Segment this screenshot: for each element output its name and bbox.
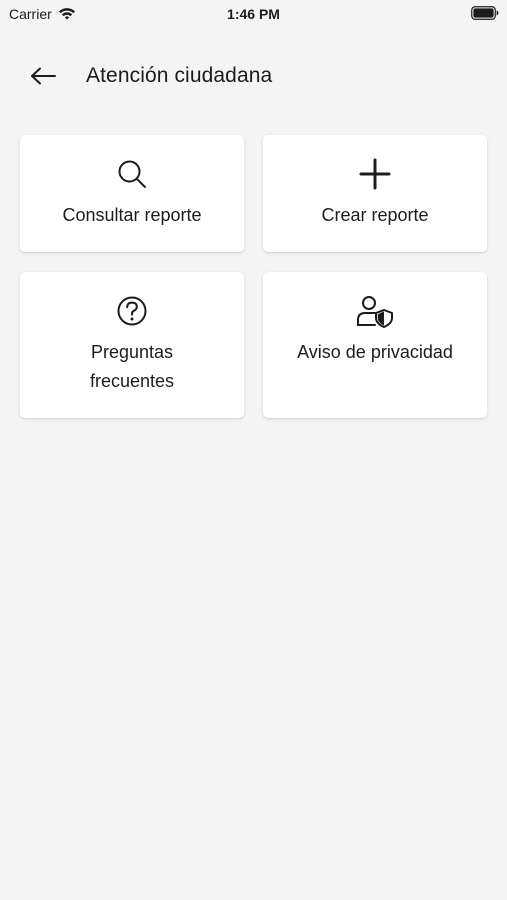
app-header: Atención ciudadana	[0, 56, 507, 96]
preguntas-frecuentes-card[interactable]: Preguntas frecuentes	[20, 272, 244, 418]
card-label: Consultar reporte	[62, 205, 202, 225]
status-bar: Carrier 1:46 PM	[0, 0, 507, 28]
card-label: Preguntas frecuentes	[89, 342, 175, 391]
crear-reporte-card[interactable]: Crear reporte	[263, 135, 487, 252]
search-icon	[20, 157, 244, 191]
back-button[interactable]	[26, 62, 60, 90]
battery-icon	[471, 6, 499, 20]
aviso-privacidad-card[interactable]: Aviso de privacidad	[263, 272, 487, 418]
page-title: Atención ciudadana	[86, 64, 273, 87]
arrow-left-icon	[29, 66, 57, 86]
consultar-reporte-card[interactable]: Consultar reporte	[20, 135, 244, 252]
user-shield-icon	[263, 294, 487, 328]
status-time: 1:46 PM	[227, 6, 280, 22]
card-label: Aviso de privacidad	[297, 342, 453, 362]
card-label: Crear reporte	[321, 205, 429, 225]
plus-icon	[263, 157, 487, 191]
question-circle-icon	[20, 294, 244, 328]
